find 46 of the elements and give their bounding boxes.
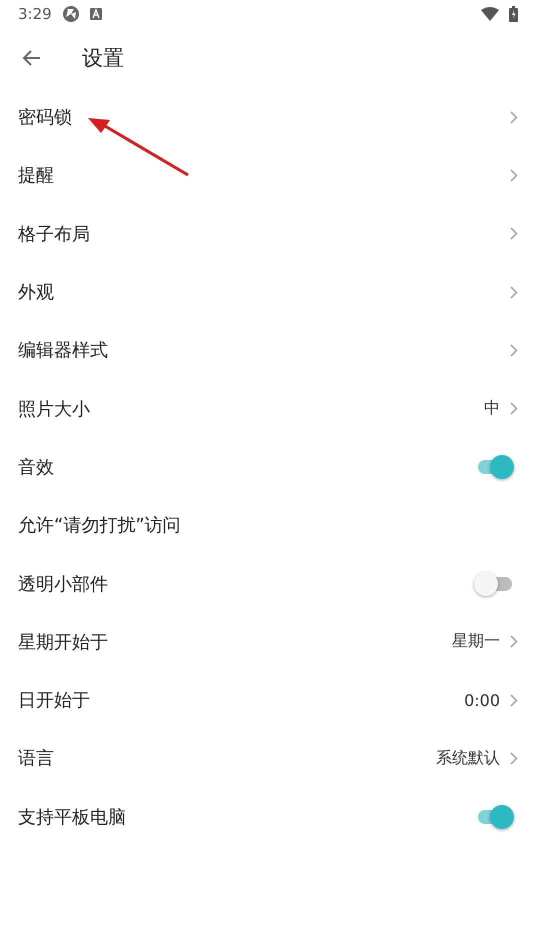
settings-row[interactable]: 日开始于 0:00 — [0, 670, 534, 730]
settings-row[interactable]: 支持平板电脑 — [0, 788, 534, 846]
setting-label: 格子布局 — [18, 222, 91, 246]
screen-title: 设置 — [82, 45, 124, 72]
settings-row[interactable]: 星期开始于 星期一 — [0, 612, 534, 671]
setting-label: 日开始于 — [18, 689, 91, 712]
wifi-icon — [481, 7, 499, 21]
chevron-icon — [510, 635, 518, 648]
chevron-icon — [510, 694, 518, 707]
setting-label: 提醒 — [18, 164, 55, 188]
chevron-icon — [510, 168, 518, 182]
setting-label: 透明小部件 — [18, 572, 109, 596]
chevron-icon — [510, 227, 518, 240]
setting-value: 星期一 — [452, 631, 500, 652]
setting-label: 外观 — [18, 281, 55, 304]
setting-label: 支持平板电脑 — [18, 806, 127, 829]
setting-label: 允许“请勿打扰”访问 — [18, 514, 182, 538]
back-arrow-icon — [22, 48, 42, 68]
status-time: 3:29 — [18, 5, 52, 23]
settings-row[interactable]: 语言 系统默认 — [0, 729, 534, 788]
setting-label: 星期开始于 — [18, 630, 109, 654]
settings-row[interactable]: 编辑器样式 — [0, 321, 534, 380]
chevron-icon — [510, 402, 518, 416]
settings-row[interactable]: 透明小部件 — [0, 554, 534, 613]
aperture-icon — [62, 5, 80, 23]
setting-value: 中 — [484, 398, 500, 420]
settings-row[interactable]: 允许“请勿打扰”访问 — [0, 496, 534, 554]
setting-label: 照片大小 — [18, 398, 91, 421]
settings-row[interactable]: 密码锁 — [0, 88, 534, 146]
setting-label: 语言 — [18, 747, 55, 770]
settings-row[interactable]: 照片大小 中 — [0, 379, 534, 438]
settings-row[interactable]: 音效 — [0, 438, 534, 496]
font-icon — [90, 8, 102, 20]
chevron-icon — [510, 752, 518, 765]
settings-row[interactable]: 格子布局 — [0, 204, 534, 263]
chevron-icon — [510, 110, 518, 124]
chevron-icon — [510, 344, 518, 357]
setting-label: 编辑器样式 — [18, 339, 109, 362]
setting-value: 0:00 — [464, 690, 500, 710]
setting-value: 系统默认 — [436, 748, 500, 769]
settings-row[interactable]: 外观 — [0, 262, 534, 322]
settings-row[interactable]: 提醒 — [0, 146, 534, 205]
battery-icon — [509, 6, 518, 22]
setting-label: 密码锁 — [18, 106, 73, 130]
setting-label: 音效 — [18, 456, 55, 479]
chevron-icon — [510, 286, 518, 299]
